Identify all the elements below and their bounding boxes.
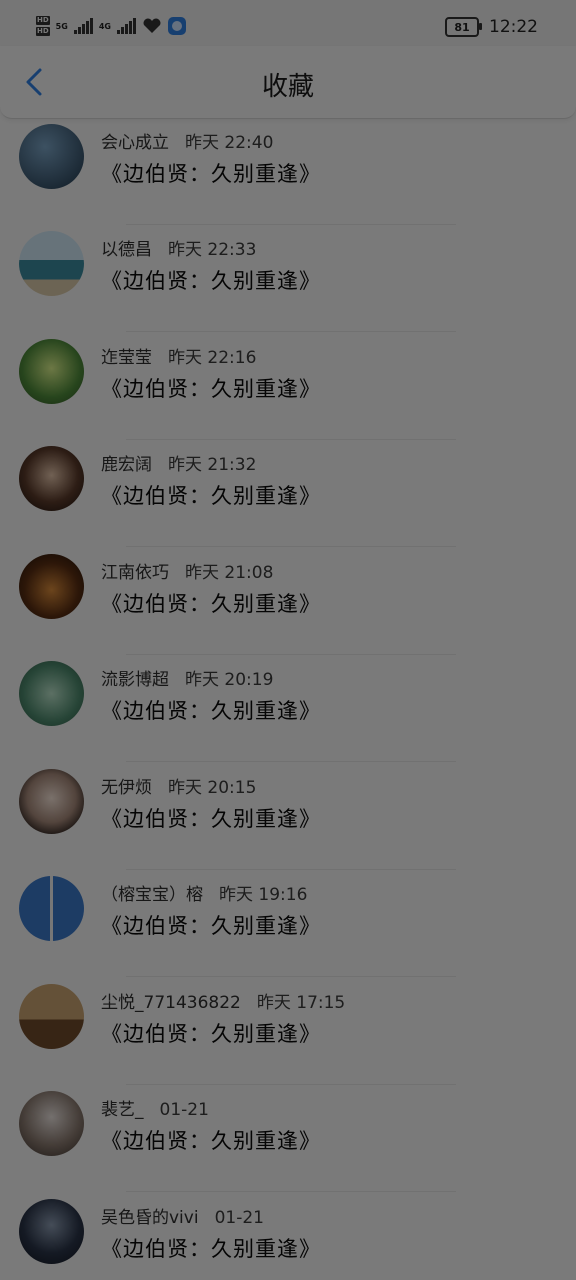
user-name-text: 裴艺_ bbox=[101, 1100, 144, 1120]
item-content[interactable]: 《边伯贤：久别重逢》 bbox=[101, 158, 321, 188]
item-content[interactable]: 《边伯贤：久别重逢》 bbox=[101, 1018, 321, 1048]
item-time: 昨天 22:33 bbox=[168, 240, 257, 260]
status-time: 12:22 bbox=[489, 17, 538, 37]
list-item[interactable]: （榕宝宝）榕 昨天 19:16 《边伯贤：久别重逢》 bbox=[0, 870, 576, 977]
item-content[interactable]: 《边伯贤：久别重逢》 bbox=[101, 1233, 321, 1263]
list-item[interactable]: 裴艺_ 01-21 《边伯贤：久别重逢》 bbox=[0, 1085, 576, 1192]
list-item[interactable]: 迮莹莹 昨天 22:16 《边伯贤：久别重逢》 bbox=[0, 333, 576, 440]
list-item[interactable]: 尘悦_771436822 昨天 17:15 《边伯贤：久别重逢》 bbox=[0, 978, 576, 1085]
avatar[interactable] bbox=[19, 231, 84, 296]
item-time: 01-21 bbox=[214, 1208, 264, 1228]
favorites-list[interactable]: 会心成立 昨天 22:40 《边伯贤：久别重逢》 以德昌 昨天 22:33 《边伯贤… bbox=[0, 118, 576, 1280]
avatar[interactable] bbox=[19, 446, 84, 511]
item-time: 昨天 17:15 bbox=[256, 993, 346, 1013]
user-name[interactable]: 裴艺_ 01-21 bbox=[101, 1095, 209, 1120]
hd-label-1: HD bbox=[36, 16, 50, 25]
item-time: 昨天 20:19 bbox=[185, 670, 274, 690]
divider bbox=[126, 976, 456, 977]
user-name[interactable]: 吴色昏的vivi 01-21 bbox=[101, 1203, 264, 1228]
divider bbox=[126, 546, 456, 547]
avatar[interactable] bbox=[19, 1091, 84, 1156]
avatar[interactable] bbox=[19, 124, 84, 189]
user-name[interactable]: 以德昌 昨天 22:33 bbox=[101, 235, 256, 260]
item-content[interactable]: 《边伯贤：久别重逢》 bbox=[101, 265, 321, 295]
user-name-text: 无伊烦 bbox=[101, 778, 152, 798]
item-content[interactable]: 《边伯贤：久别重逢》 bbox=[101, 480, 321, 510]
status-icons-left: HD HD 5G 4G bbox=[36, 14, 186, 38]
user-name-text: 会心成立 bbox=[101, 133, 169, 153]
user-name-text: 鹿宏阔 bbox=[101, 455, 152, 475]
list-item[interactable]: 吴色昏的vivi 01-21 《边伯贤：久别重逢》 bbox=[0, 1193, 576, 1280]
list-item[interactable]: 以德昌 昨天 22:33 《边伯贤：久别重逢》 bbox=[0, 225, 576, 332]
heart-link-icon bbox=[143, 18, 161, 33]
signal-icon-2 bbox=[116, 18, 136, 34]
item-time: 昨天 22:40 bbox=[185, 133, 274, 153]
avatar[interactable] bbox=[19, 1199, 84, 1264]
user-name[interactable]: （榕宝宝）榕 昨天 19:16 bbox=[101, 880, 307, 905]
list-item[interactable]: 江南依巧 昨天 21:08 《边伯贤：久别重逢》 bbox=[0, 548, 576, 655]
item-time: 昨天 19:16 bbox=[219, 885, 308, 905]
item-content[interactable]: 《边伯贤：久别重逢》 bbox=[101, 910, 321, 940]
user-name[interactable]: 无伊烦 昨天 20:15 bbox=[101, 773, 256, 798]
signal-icon bbox=[73, 18, 93, 34]
title-bar: 收藏 bbox=[0, 46, 576, 119]
list-item[interactable]: 会心成立 昨天 22:40 《边伯贤：久别重逢》 bbox=[0, 118, 576, 225]
user-name-text: 迮莹莹 bbox=[101, 348, 152, 368]
item-time: 昨天 22:16 bbox=[168, 348, 257, 368]
item-time: 昨天 20:15 bbox=[168, 778, 257, 798]
user-name[interactable]: 流影博超 昨天 20:19 bbox=[101, 665, 273, 690]
item-time: 昨天 21:08 bbox=[185, 563, 274, 583]
hd-label-2: HD bbox=[36, 27, 50, 36]
hd-icon: HD HD bbox=[36, 15, 50, 37]
divider bbox=[126, 331, 456, 332]
user-name[interactable]: 迮莹莹 昨天 22:16 bbox=[101, 343, 256, 368]
user-name[interactable]: 尘悦_771436822 昨天 17:15 bbox=[101, 988, 345, 1013]
item-content[interactable]: 《边伯贤：久别重逢》 bbox=[101, 803, 321, 833]
user-name-text: 流影博超 bbox=[101, 670, 169, 690]
user-name-text: （榕宝宝）榕 bbox=[101, 885, 203, 905]
avatar[interactable] bbox=[19, 984, 84, 1049]
user-name-text: 以德昌 bbox=[101, 240, 152, 260]
item-content[interactable]: 《边伯贤：久别重逢》 bbox=[101, 1125, 321, 1155]
status-bar: HD HD 5G 4G 81 12:22 bbox=[0, 0, 576, 46]
user-name-text: 吴色昏的vivi bbox=[101, 1208, 199, 1228]
app-notification-icon bbox=[167, 17, 186, 35]
avatar[interactable] bbox=[19, 876, 84, 941]
page-title: 收藏 bbox=[261, 72, 314, 102]
item-content[interactable]: 《边伯贤：久别重逢》 bbox=[101, 695, 321, 725]
item-content[interactable]: 《边伯贤：久别重逢》 bbox=[101, 588, 321, 618]
user-name-text: 尘悦_771436822 bbox=[101, 993, 241, 1013]
avatar[interactable] bbox=[19, 554, 84, 619]
list-item[interactable]: 鹿宏阔 昨天 21:32 《边伯贤：久别重逢》 bbox=[0, 440, 576, 547]
user-name-text: 江南依巧 bbox=[101, 563, 169, 583]
user-name[interactable]: 鹿宏阔 昨天 21:32 bbox=[101, 450, 256, 475]
status-icons-right: 81 12:22 bbox=[445, 14, 538, 40]
divider bbox=[126, 1191, 456, 1192]
network-5g-label: 5G bbox=[55, 21, 68, 31]
network-4g-label: 4G bbox=[98, 21, 111, 31]
divider bbox=[126, 761, 456, 762]
item-content[interactable]: 《边伯贤：久别重逢》 bbox=[101, 373, 321, 403]
list-item[interactable]: 无伊烦 昨天 20:15 《边伯贤：久别重逢》 bbox=[0, 763, 576, 870]
avatar[interactable] bbox=[19, 769, 84, 834]
item-time: 昨天 21:32 bbox=[168, 455, 257, 475]
avatar[interactable] bbox=[19, 339, 84, 404]
item-time: 01-21 bbox=[159, 1100, 209, 1120]
user-name[interactable]: 会心成立 昨天 22:40 bbox=[101, 128, 273, 153]
list-item[interactable]: 流影博超 昨天 20:19 《边伯贤：久别重逢》 bbox=[0, 655, 576, 762]
user-name[interactable]: 江南依巧 昨天 21:08 bbox=[101, 558, 273, 583]
battery-icon: 81 bbox=[445, 17, 482, 37]
avatar[interactable] bbox=[19, 661, 84, 726]
